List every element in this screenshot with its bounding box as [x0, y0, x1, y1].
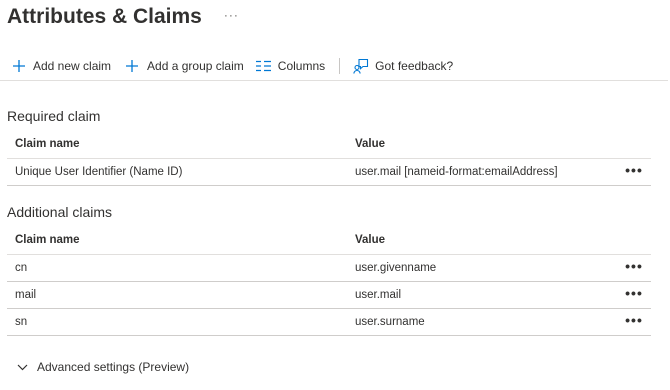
required-grid-header: Claim name Value — [7, 130, 651, 159]
table-row[interactable]: Unique User Identifier (Name ID) user.ma… — [7, 159, 651, 186]
required-claim-heading: Required claim — [7, 108, 101, 124]
claim-name-cell: sn — [15, 316, 28, 328]
chevron-down-icon — [17, 360, 28, 374]
claim-name-cell: mail — [15, 289, 37, 301]
table-row[interactable]: cn user.givenname ••• — [7, 255, 651, 282]
feedback-button[interactable]: Got feedback? — [353, 52, 453, 80]
more-icon[interactable]: ••• — [617, 162, 651, 178]
feedback-icon — [353, 58, 369, 74]
claim-name-cell: cn — [15, 262, 28, 274]
add-icon — [125, 59, 139, 73]
add-icon — [12, 59, 26, 73]
column-header-value: Value — [355, 234, 386, 246]
add-new-claim-label: Add new claim — [33, 59, 112, 73]
add-new-claim-button[interactable]: Add new claim — [12, 52, 111, 80]
command-bar: Add new claim Add a group claim Columns — [0, 52, 668, 81]
additional-claims-grid: Claim name Value cn user.givenname ••• m… — [7, 226, 651, 336]
title-row: Attributes & Claims ··· — [7, 2, 239, 32]
advanced-settings-label: Advanced settings (Preview) — [37, 360, 190, 374]
more-icon[interactable]: ••• — [617, 258, 651, 274]
column-header-value: Value — [355, 138, 386, 150]
required-claims-grid: Claim name Value Unique User Identifier … — [7, 130, 651, 186]
claim-value-cell: user.givenname — [355, 262, 437, 274]
advanced-settings-toggle[interactable]: Advanced settings (Preview) — [17, 356, 189, 378]
column-header-claim-name: Claim name — [15, 234, 80, 246]
more-icon[interactable]: ••• — [617, 312, 651, 328]
claim-value-cell: user.mail [nameid-format:emailAddress] — [355, 166, 558, 178]
columns-button[interactable]: Columns — [255, 52, 326, 80]
additional-grid-header: Claim name Value — [7, 226, 651, 255]
more-icon[interactable]: ••• — [617, 285, 651, 301]
add-group-claim-label: Add a group claim — [147, 59, 244, 73]
column-header-claim-name: Claim name — [15, 138, 80, 150]
claim-name-cell: Unique User Identifier (Name ID) — [15, 166, 183, 178]
columns-icon — [255, 60, 271, 72]
toolbar-divider — [339, 58, 341, 74]
title-more-button[interactable]: ··· — [224, 8, 239, 22]
claim-value-cell: user.mail — [355, 289, 402, 301]
columns-label: Columns — [277, 59, 326, 73]
feedback-label: Got feedback? — [375, 59, 454, 73]
table-row[interactable]: mail user.mail ••• — [7, 282, 651, 309]
page-title: Attributes & Claims — [7, 5, 202, 28]
claim-value-cell: user.surname — [355, 316, 425, 328]
attributes-claims-page: Attributes & Claims ··· Add new claim Ad… — [0, 0, 670, 390]
add-group-claim-button[interactable]: Add a group claim — [125, 52, 244, 80]
table-row[interactable]: sn user.surname ••• — [7, 309, 651, 336]
additional-claims-heading: Additional claims — [7, 204, 113, 220]
